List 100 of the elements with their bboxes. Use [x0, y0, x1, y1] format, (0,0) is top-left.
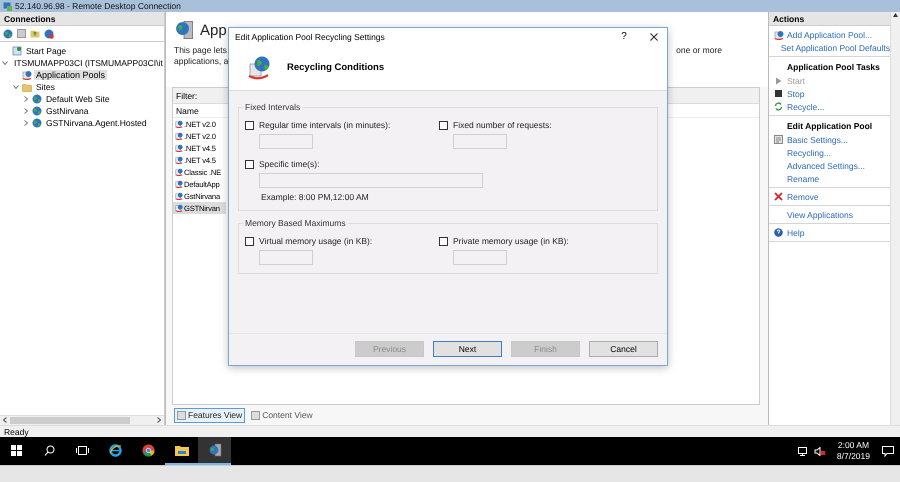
app-pool-icon — [774, 30, 784, 40]
filter-label: Filter: — [176, 90, 198, 100]
app-pool-icon — [175, 180, 183, 188]
expander-icon[interactable] — [13, 84, 19, 90]
panel-title: Actions — [769, 12, 890, 26]
clock-time: 2:00 AM — [838, 440, 870, 451]
play-icon — [775, 76, 782, 84]
globe-icon — [32, 106, 42, 116]
column-header[interactable]: Name — [176, 106, 199, 116]
speaker-muted-icon[interactable] — [814, 446, 825, 456]
task-view-icon — [76, 446, 89, 454]
action-link[interactable]: Basic Settings... — [769, 133, 890, 146]
panel-title: Connections — [0, 12, 164, 26]
recycle-icon — [774, 102, 783, 111]
stop-icon — [775, 90, 782, 97]
action-link[interactable]: View Applications — [769, 208, 890, 221]
expander-icon[interactable] — [23, 96, 29, 102]
help-button[interactable]: ? — [617, 31, 631, 42]
action-link[interactable]: Stop — [769, 87, 890, 100]
folder-up-icon[interactable] — [30, 29, 40, 38]
dialog-button[interactable]: Cancel — [589, 340, 658, 356]
tree-item[interactable]: Sites — [34, 82, 57, 92]
tree-item[interactable]: GSTNirvana.Agent.Hosted — [44, 118, 149, 128]
view-icon — [251, 410, 260, 420]
expander-icon[interactable] — [23, 120, 29, 126]
group-title: Memory Based Maximums — [243, 218, 348, 228]
app-pool-icon — [175, 156, 183, 164]
tree-item[interactable]: Start Page — [24, 46, 68, 56]
action-link[interactable]: Add Application Pool... — [769, 28, 890, 41]
tree-item[interactable]: GstNirvana — [44, 106, 91, 116]
action-link[interactable]: Set Application Pool Defaults — [769, 41, 890, 54]
horizontal-scrollbar[interactable] — [0, 415, 164, 425]
window-title: 52.140.96.98 - Remote Desktop Connection — [15, 1, 181, 11]
scroll-left-icon[interactable] — [3, 416, 7, 422]
connect-icon — [3, 28, 13, 38]
app-pool-icon — [175, 120, 183, 128]
checkbox[interactable] — [439, 236, 448, 246]
clock-date: 8/7/2019 — [836, 451, 870, 462]
expander-icon[interactable] — [23, 108, 29, 114]
tree-item[interactable]: Application Pools — [34, 70, 108, 80]
network-icon[interactable] — [796, 446, 808, 456]
notification-icon[interactable] — [882, 446, 894, 456]
folder-icon — [22, 82, 32, 92]
horizontal-scrollbar[interactable] — [0, 465, 900, 482]
checkbox[interactable] — [439, 120, 448, 130]
page-description: one or more — [676, 45, 722, 55]
windows-icon — [11, 444, 22, 456]
taskbar-button[interactable] — [198, 437, 231, 465]
app-pool-icon — [175, 132, 183, 140]
scroll-right-icon[interactable] — [157, 416, 161, 422]
app-pool-icon — [175, 204, 183, 212]
page-heading: App — [200, 22, 227, 38]
globe-icon — [32, 118, 42, 128]
action-link[interactable]: Remove — [769, 190, 890, 203]
app-pool-icon — [175, 168, 183, 176]
disconnect-icon[interactable] — [44, 28, 54, 38]
view-tab[interactable]: Features View — [174, 408, 246, 422]
action-link[interactable]: Rename — [769, 172, 890, 185]
tree-item[interactable]: Default Web Site — [44, 94, 112, 104]
globe-icon — [32, 94, 42, 104]
checkbox-label: Regular time intervals (in minutes): — [259, 120, 390, 130]
dialog-title: Edit Application Pool Recycling Settings — [235, 32, 386, 42]
checkbox[interactable] — [245, 160, 254, 168]
checkbox[interactable] — [245, 120, 254, 130]
help-icon — [774, 228, 783, 237]
section-heading: Edit Application Pool — [786, 120, 874, 133]
action-link[interactable]: Recycle... — [769, 100, 890, 113]
settings-icon — [774, 135, 783, 144]
app-pool-icon — [175, 192, 183, 200]
dialog-button[interactable]: Next — [433, 340, 502, 356]
app-pool-icon — [175, 144, 183, 152]
server-globe-icon — [174, 20, 194, 40]
action-link[interactable]: Recycling... — [769, 146, 890, 159]
example-text: Example: 8:00 PM,12:00 AM — [261, 192, 370, 202]
dialog-heading: Recycling Conditions — [287, 62, 384, 73]
page-description: This page lets applications, a — [174, 45, 230, 67]
vertical-scrollbar[interactable] — [890, 12, 900, 425]
search-icon — [44, 444, 55, 456]
checkbox-label: Private memory usage (in KB): — [453, 236, 569, 246]
checkbox[interactable] — [245, 236, 254, 246]
status-text: Ready — [4, 427, 29, 437]
close-icon — [650, 32, 658, 40]
section-heading: Application Pool Tasks — [786, 61, 881, 74]
browser-icon — [142, 444, 155, 456]
tree-item[interactable]: ITSMUMAPP03CI (ITSMUMAPP03CI\it — [12, 58, 165, 68]
close-icon — [774, 192, 783, 201]
view-icon — [177, 410, 186, 420]
remote-desktop-icon — [3, 2, 12, 10]
server-globe-icon — [208, 443, 222, 457]
app-pool-icon — [22, 70, 32, 80]
folder-icon — [174, 444, 188, 456]
browser-e-icon — [109, 444, 122, 456]
expander-icon[interactable] — [2, 60, 8, 66]
checkbox-label: Virtual memory usage (in KB): — [259, 236, 372, 246]
view-tab[interactable]: Content View — [248, 408, 316, 422]
action-link[interactable]: Advanced Settings... — [769, 159, 890, 172]
group-title: Fixed Intervals — [243, 102, 302, 112]
action-link[interactable]: Help — [769, 226, 890, 239]
page-icon — [12, 46, 22, 56]
checkbox-label: Specific time(s): — [259, 159, 320, 169]
